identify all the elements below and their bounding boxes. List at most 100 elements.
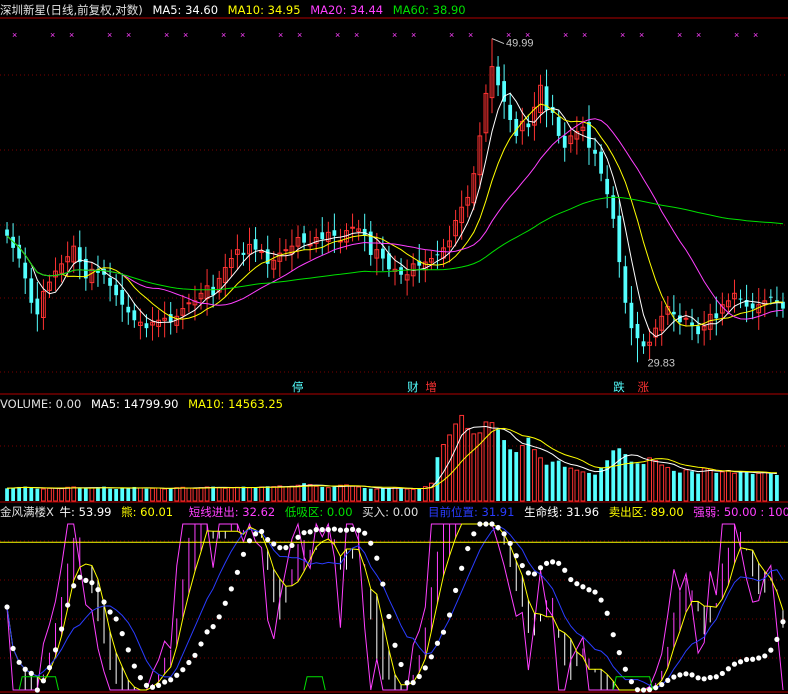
price-candle (380, 248, 385, 259)
shengming-dot (155, 682, 162, 688)
shengming-dot (507, 540, 513, 547)
shengming-dot (743, 656, 750, 663)
shengming-dot (16, 659, 22, 665)
volume-bar (556, 460, 561, 501)
volume-bar (544, 464, 549, 501)
shengming-dot (556, 560, 562, 566)
price-candle (120, 289, 125, 305)
volume-bar (562, 466, 567, 501)
shengming-dot (325, 527, 331, 533)
chart-stage: × × × × × × × × × × × × × × × × × × × × × × × × × × × 停财增跌涨 49.99 … (0, 0, 788, 694)
price-candle (253, 239, 258, 250)
volume-bar (241, 486, 246, 501)
price-candle (635, 323, 640, 339)
shengming-dot (398, 661, 404, 668)
volume-bar (690, 471, 694, 501)
shengming-dot (392, 642, 398, 648)
volume-bar (17, 486, 22, 501)
shengming-dot (265, 537, 271, 543)
shengming-dot (222, 600, 228, 606)
shengming-dot (465, 545, 471, 552)
marker-48: 停 (292, 380, 304, 394)
price-candle (350, 226, 355, 229)
shengming-dot (459, 565, 465, 571)
volume-bar (629, 461, 634, 501)
top-x-mark: × (582, 30, 587, 40)
price-candle (259, 250, 265, 253)
high-price-label: 49.99 (506, 38, 534, 50)
shengming-dot (719, 670, 725, 677)
shengming-dot (489, 521, 495, 527)
price-candle (399, 267, 403, 275)
shengming-dot (713, 674, 719, 680)
marker-105: 涨 (638, 380, 650, 394)
shengming-dot (119, 631, 125, 637)
shengming-dot (501, 531, 507, 537)
shengming-dot (137, 675, 143, 681)
volume-bar (744, 472, 749, 501)
duanxian-value: 短线进出: 32.62 (188, 505, 276, 519)
price-candle (283, 249, 289, 252)
shengming-dot (640, 687, 647, 693)
shengming-dot (307, 529, 313, 535)
volume-bar (617, 448, 622, 501)
shengming-dot (289, 542, 295, 548)
shengming-dot (246, 538, 253, 544)
shengming-dot (143, 682, 150, 688)
volume-bar (399, 488, 403, 501)
shengming-dot (780, 619, 786, 625)
shengming-dot (58, 626, 65, 632)
top-x-mark: × (126, 30, 131, 40)
price-candle (671, 311, 676, 315)
shengming-dot (101, 599, 107, 605)
volume-ma5: MA5: 14799.90 (90, 397, 179, 411)
shengming-dot (71, 583, 77, 589)
shengming-dot (52, 647, 59, 653)
price-candle (623, 266, 628, 303)
volume-bar (126, 487, 131, 501)
shengming-dot (210, 624, 216, 630)
shengming-dot (349, 526, 356, 532)
volume-bar (508, 449, 513, 501)
volume-bar (387, 487, 391, 501)
top-x-mark: × (221, 30, 226, 40)
ma20-value: MA20: 34.44 (310, 3, 384, 17)
volume-bar (671, 470, 676, 501)
top-x-mark: × (734, 30, 739, 40)
top-x-mark: × (240, 30, 245, 40)
shengming-dot (168, 677, 174, 683)
shengming-dot (531, 571, 538, 577)
shengming-dot (707, 674, 713, 681)
shengming-value: 生命线: 31.96 (524, 505, 600, 519)
shengming-dot (252, 531, 259, 537)
shengming-dot (404, 680, 410, 686)
shengming-dot (756, 655, 762, 661)
shengming-dot (750, 656, 756, 662)
shengming-dot (277, 545, 283, 551)
top-x-mark: × (354, 30, 359, 40)
shengming-dot (495, 524, 501, 531)
shengming-dot (604, 610, 610, 616)
shengming-dot (453, 587, 459, 594)
volume-bar (253, 487, 258, 501)
shengming-dot (537, 565, 544, 571)
low-price-label: 29.83 (647, 357, 675, 369)
volume-bar (550, 461, 555, 501)
price-candle (496, 66, 500, 86)
shengming-dot (737, 659, 744, 665)
shengming-dot (434, 640, 441, 646)
shengming-dot (525, 570, 531, 576)
volume-bar (168, 488, 173, 501)
top-x-mark: × (620, 30, 625, 40)
mairu-value: 买入: 0.00 (362, 505, 419, 519)
shengming-dot (192, 652, 198, 658)
shengming-dot (659, 681, 665, 688)
price-candle (5, 229, 9, 236)
volume-bar (635, 463, 640, 501)
shengming-dot (471, 531, 477, 537)
price-candle (29, 278, 34, 303)
shengming-dot (683, 671, 689, 677)
top-x-mark: × (12, 30, 17, 40)
shengming-dot (271, 541, 277, 547)
shengming-dot (89, 580, 95, 586)
